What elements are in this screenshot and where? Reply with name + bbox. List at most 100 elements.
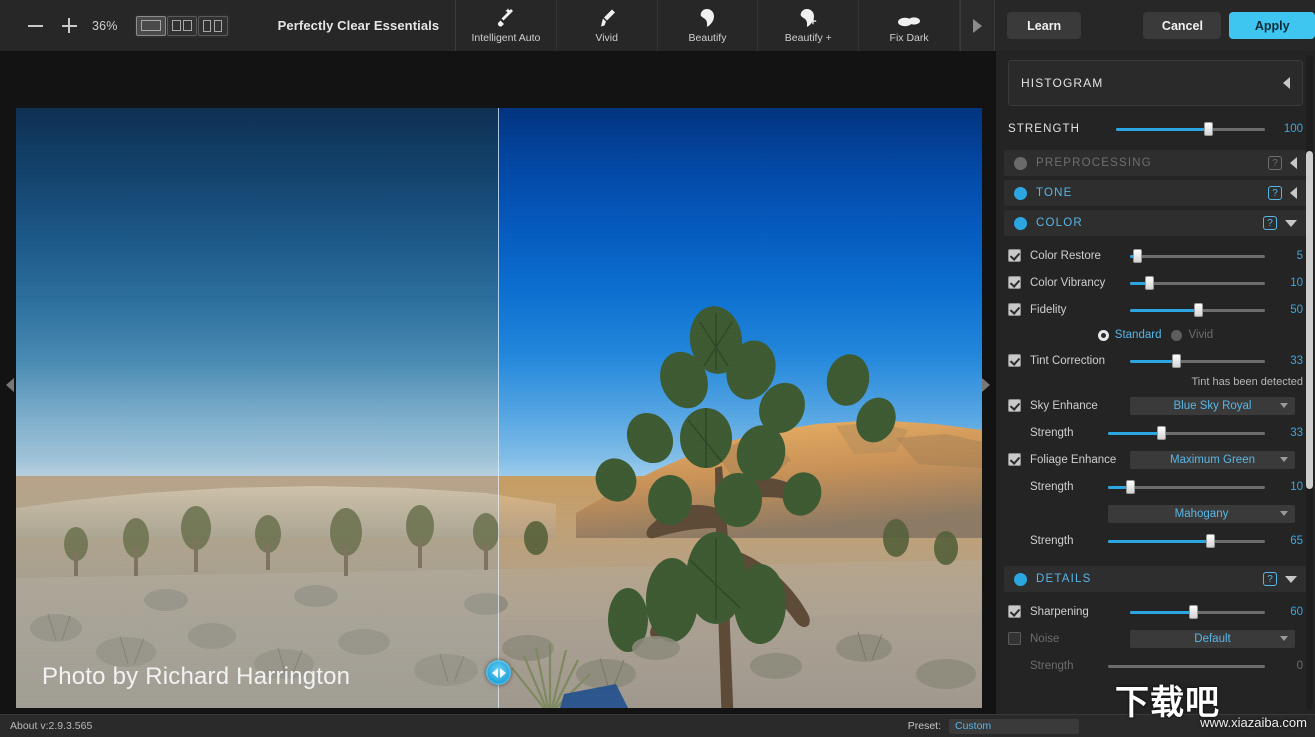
skin-tone-strength-slider[interactable] [1108, 533, 1265, 548]
split-divider[interactable] [498, 108, 499, 708]
about-version-link[interactable]: About v:2.9.3.565 [10, 720, 92, 732]
sky-enhance-dropdown[interactable]: Blue Sky Royal [1130, 396, 1295, 415]
slider-fill [1116, 128, 1209, 131]
cancel-button[interactable]: Cancel [1143, 12, 1222, 39]
slider-knob[interactable] [1144, 275, 1154, 290]
control-tint-correction: Tint Correction 33 [996, 347, 1315, 374]
control-skin-tone: Mahogany [996, 500, 1315, 527]
section-toggle-dot[interactable] [1014, 216, 1027, 230]
next-image-button[interactable] [978, 375, 994, 395]
color-restore-slider[interactable] [1130, 248, 1265, 263]
caret-down-icon [1280, 457, 1288, 462]
preset-status-value[interactable]: Custom [949, 718, 1079, 734]
view-mode-split[interactable] [166, 15, 197, 36]
fidelity-checkbox[interactable] [1008, 303, 1021, 316]
panel-scrollbar-thumb[interactable] [1306, 151, 1313, 489]
sharpening-slider[interactable] [1130, 604, 1265, 619]
previous-image-button[interactable] [2, 375, 18, 395]
control-sharpening: Sharpening 60 [996, 598, 1315, 625]
foliage-enhance-dropdown[interactable]: Maximum Green [1130, 450, 1295, 469]
zoom-out-button[interactable] [18, 7, 52, 45]
question-mark-icon[interactable]: ? [1263, 216, 1277, 230]
slider-knob[interactable] [1193, 302, 1203, 317]
color-section-body: Color Restore 5 Color Vibrancy 10 Fideli… [996, 236, 1315, 562]
control-label: Sky Enhance [1030, 399, 1098, 412]
preset-fix-dark[interactable]: Fix Dark [859, 0, 960, 51]
slider-fill [1108, 539, 1211, 543]
section-preprocessing[interactable]: PREPROCESSING ? [1004, 150, 1307, 176]
caret-down-icon[interactable] [1285, 575, 1297, 583]
fidelity-slider[interactable] [1130, 302, 1265, 317]
image-canvas[interactable]: Photo by Richard Harrington [0, 51, 996, 714]
section-tone[interactable]: TONE ? [1004, 180, 1307, 206]
preset-beautify[interactable]: Beautify [658, 0, 759, 51]
question-mark-icon[interactable]: ? [1268, 156, 1282, 170]
skin-tone-dropdown[interactable]: Mahogany [1108, 504, 1295, 523]
sharpening-checkbox[interactable] [1008, 605, 1021, 618]
tint-detected-note: Tint has been detected [1191, 376, 1303, 388]
global-strength-value: 100 [1283, 123, 1303, 135]
section-details[interactable]: DETAILS ? [1004, 566, 1307, 592]
sky-enhance-checkbox[interactable] [1008, 399, 1021, 412]
split-drag-handle-icon[interactable] [486, 660, 511, 685]
caret-down-icon[interactable] [1285, 219, 1297, 227]
color-restore-checkbox[interactable] [1008, 249, 1021, 262]
section-toggle-dot[interactable] [1014, 186, 1027, 200]
photo-compare-view[interactable] [16, 108, 982, 708]
slider-knob[interactable] [1204, 122, 1214, 136]
apply-button[interactable]: Apply [1229, 12, 1315, 39]
status-bar: About v:2.9.3.565 Preset: Custom [0, 714, 1315, 737]
caret-left-icon[interactable] [1290, 157, 1297, 169]
cloud-icon [895, 7, 923, 29]
color-vibrancy-slider[interactable] [1130, 275, 1265, 290]
view-mode-side-by-side[interactable] [197, 15, 228, 36]
control-sky-enhance-strength: Strength 33 [996, 419, 1315, 446]
global-strength-slider[interactable] [1116, 122, 1265, 136]
question-mark-icon[interactable]: ? [1263, 572, 1277, 586]
slider-knob[interactable] [1132, 248, 1142, 263]
foliage-enhance-strength-slider[interactable] [1108, 479, 1265, 494]
noise-checkbox[interactable] [1008, 632, 1021, 645]
color-vibrancy-checkbox[interactable] [1008, 276, 1021, 289]
control-label: Strength [1030, 534, 1074, 547]
section-toggle-dot[interactable] [1014, 156, 1027, 170]
panel-scrollbar[interactable] [1306, 55, 1313, 710]
single-pane-icon [140, 20, 161, 31]
tint-correction-checkbox[interactable] [1008, 354, 1021, 367]
control-skin-tone-strength: Strength 65 [996, 527, 1315, 554]
noise-dropdown[interactable]: Default [1130, 629, 1295, 648]
question-mark-icon[interactable]: ? [1268, 186, 1282, 200]
foliage-enhance-checkbox[interactable] [1008, 453, 1021, 466]
control-fidelity: Fidelity 50 [996, 296, 1315, 323]
sky-enhance-strength-slider[interactable] [1108, 425, 1265, 440]
fidelity-mode-vivid[interactable]: Vivid [1171, 329, 1213, 341]
control-value: 33 [1290, 354, 1303, 367]
slider-knob[interactable] [1125, 479, 1135, 494]
slider-knob[interactable] [1206, 533, 1216, 548]
slider-knob[interactable] [1171, 353, 1181, 368]
tint-correction-slider[interactable] [1130, 353, 1265, 368]
noise-strength-slider[interactable] [1108, 659, 1265, 673]
fidelity-mode-standard[interactable]: Standard [1097, 329, 1161, 341]
section-toggle-dot[interactable] [1014, 572, 1027, 586]
zoom-in-button[interactable] [52, 7, 86, 45]
section-color[interactable]: COLOR ? [1004, 210, 1307, 236]
slider-knob[interactable] [1189, 604, 1199, 619]
caret-left-icon[interactable] [1290, 187, 1297, 199]
control-value: 60 [1290, 605, 1303, 618]
slider-fill [1130, 359, 1176, 363]
control-label: Color Vibrancy [1030, 276, 1106, 289]
preset-strip-scroll-right[interactable] [960, 0, 995, 51]
learn-button[interactable]: Learn [1007, 12, 1082, 39]
preset-beautify-plus[interactable]: Beautify + [758, 0, 860, 51]
histogram-header[interactable]: HISTOGRAM [1008, 60, 1303, 106]
slider-fill [1130, 308, 1198, 312]
slider-track [1108, 664, 1265, 668]
slider-knob[interactable] [1157, 425, 1167, 440]
chevron-right-icon [982, 378, 990, 392]
view-mode-single[interactable] [135, 15, 166, 36]
preset-vivid[interactable]: Vivid [557, 0, 658, 51]
preset-intelligent-auto[interactable]: Intelligent Auto [456, 0, 557, 51]
fidelity-mode-group: Standard Vivid [996, 323, 1315, 347]
dropdown-value: Blue Sky Royal [1173, 399, 1252, 412]
